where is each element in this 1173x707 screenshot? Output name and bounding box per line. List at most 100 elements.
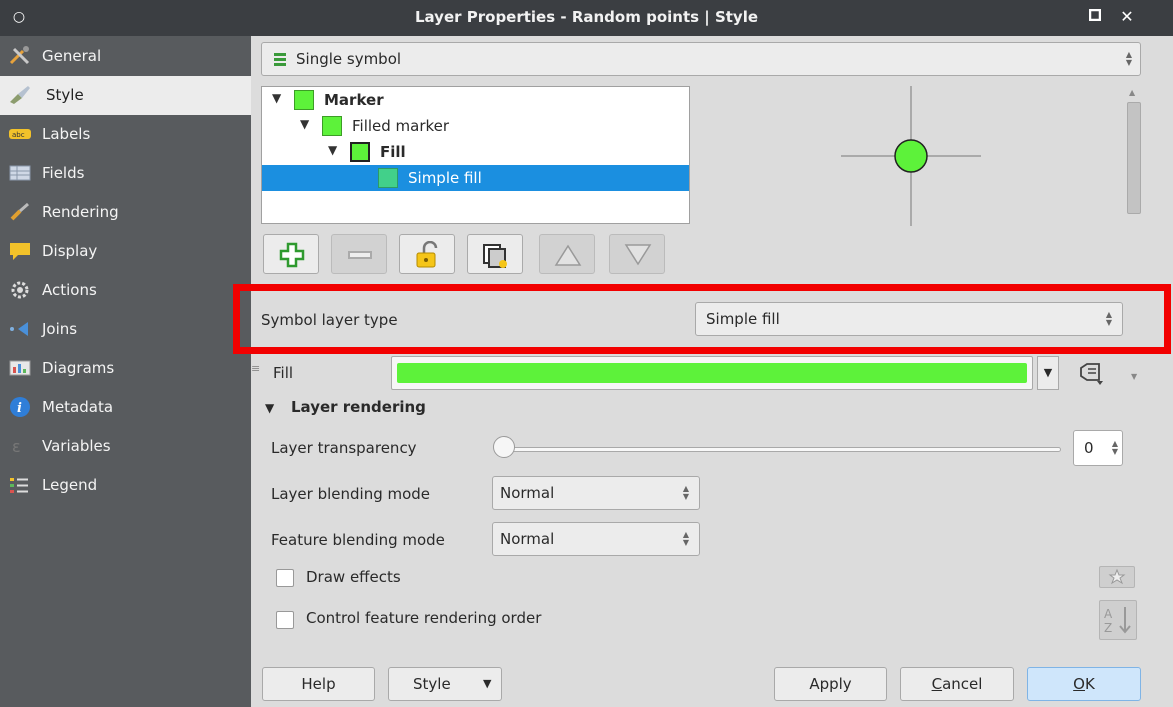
svg-text:abc: abc <box>12 131 25 139</box>
data-defined-override-icon[interactable] <box>1077 360 1105 388</box>
tree-row-filled-marker[interactable]: ▼ Filled marker <box>262 113 689 139</box>
single-symbol-icon <box>274 53 286 66</box>
sidebar-item-joins[interactable]: Joins <box>0 310 251 349</box>
close-icon[interactable]: ✕ <box>1116 6 1138 28</box>
symbol-preview <box>841 86 981 226</box>
remove-symbol-layer-button[interactable] <box>331 234 387 274</box>
star-effects-icon <box>1108 568 1126 585</box>
combo-arrows-icon: ▲ ▼ <box>682 530 690 547</box>
combo-arrows-icon: ▲ ▼ <box>682 484 690 501</box>
duplicate-layer-button[interactable] <box>467 234 523 274</box>
cancel-button[interactable]: Cancel <box>900 667 1014 701</box>
sidebar-item-diagrams[interactable]: Diagrams <box>0 349 251 388</box>
sidebar-item-label: Legend <box>42 476 98 494</box>
control-order-checkbox[interactable] <box>276 611 294 629</box>
apply-button[interactable]: Apply <box>774 667 887 701</box>
sidebar-item-labels[interactable]: abc Labels <box>0 115 251 154</box>
brush-icon <box>10 202 29 221</box>
style-menu-button[interactable]: Style ▼ <box>388 667 502 701</box>
scroll-down-icon[interactable]: ▼ <box>1131 372 1137 381</box>
layer-blending-select[interactable]: Normal ▲ ▼ <box>492 476 700 510</box>
sidebar-item-label: Labels <box>42 125 91 143</box>
maximize-icon[interactable] <box>1084 6 1106 28</box>
sidebar-item-display[interactable]: Display <box>0 232 251 271</box>
symbol-layer-type-value: Simple fill <box>706 310 780 328</box>
fill-color-dropdown[interactable]: ▼ <box>1037 356 1059 390</box>
sidebar-item-legend[interactable]: Legend <box>0 466 251 505</box>
sidebar-item-rendering[interactable]: Rendering <box>0 193 251 232</box>
style-label: Style <box>413 675 451 693</box>
sidebar-item-metadata[interactable]: i Metadata <box>0 388 251 427</box>
legend-icon <box>10 478 28 493</box>
customize-effects-button[interactable] <box>1099 566 1135 588</box>
spin-arrows-icon[interactable]: ▲ ▼ <box>1110 440 1120 456</box>
feature-blending-select[interactable]: Normal ▲ ▼ <box>492 522 700 556</box>
tree-label: Filled marker <box>352 117 450 135</box>
style-panel: Single symbol ▲ ▼ ▼ Marker ▼ Filled marke… <box>233 36 1173 707</box>
table-icon <box>9 165 31 181</box>
move-down-button[interactable] <box>609 234 665 274</box>
simple-fill-swatch-icon <box>378 168 398 188</box>
help-button[interactable]: Help <box>262 667 375 701</box>
tree-row-fill[interactable]: ▼ Fill <box>262 139 689 165</box>
feature-blending-label: Feature blending mode <box>271 531 445 549</box>
symbol-layer-type-select[interactable]: Simple fill ▲ ▼ <box>695 302 1123 336</box>
lock-layer-button[interactable] <box>399 234 455 274</box>
collapse-triangle-icon[interactable]: ▼ <box>265 401 274 415</box>
move-up-button[interactable] <box>539 234 595 274</box>
combo-arrows-icon: ▲ ▼ <box>1125 50 1133 67</box>
symbol-layer-tree[interactable]: ▼ Marker ▼ Filled marker ▼ Fill Simple f… <box>261 86 690 224</box>
sort-az-icon: AZ <box>1104 607 1131 635</box>
transparency-spinbox[interactable]: 0 ▲ ▼ <box>1073 430 1123 466</box>
sidebar-item-label: Variables <box>42 437 111 455</box>
fill-label: Fill <box>273 364 294 382</box>
expand-triangle-icon[interactable]: ▼ <box>328 143 337 157</box>
sidebar-item-label: Fields <box>42 164 85 182</box>
sidebar-item-label: General <box>42 47 102 65</box>
info-icon: i <box>10 397 30 417</box>
ok-button[interactable]: OK <box>1027 667 1141 701</box>
sidebar-item-general[interactable]: General <box>0 37 251 76</box>
renderer-select[interactable]: Single symbol ▲ ▼ <box>261 42 1141 76</box>
paintbrush-icon <box>10 86 30 104</box>
sidebar-item-style[interactable]: Style <box>0 76 251 115</box>
transparency-slider-track[interactable] <box>501 447 1061 452</box>
drag-handle-icon: ≡ <box>251 362 261 375</box>
tree-label: Fill <box>380 143 406 161</box>
layer-transparency-label: Layer transparency <box>271 439 417 457</box>
title-bar: ○ Layer Properties - Random points | Sty… <box>0 0 1173 36</box>
sidebar-item-fields[interactable]: Fields <box>0 154 251 193</box>
layer-blending-label: Layer blending mode <box>271 485 431 503</box>
panel-scrollbar[interactable]: ▲ <box>1124 86 1144 386</box>
layer-rendering-title[interactable]: Layer rendering <box>291 398 426 416</box>
fill-color-swatch <box>397 363 1027 383</box>
speech-bubble-icon <box>10 243 30 260</box>
expand-triangle-icon[interactable]: ▼ <box>300 117 309 131</box>
transparency-slider-handle[interactable] <box>493 436 515 458</box>
sidebar-item-variables[interactable]: ε Variables <box>0 427 251 466</box>
chevron-down-icon: ▼ <box>483 677 492 690</box>
draw-effects-label[interactable]: Draw effects <box>306 568 401 586</box>
expand-triangle-icon[interactable]: ▼ <box>272 91 281 105</box>
draw-effects-checkbox[interactable] <box>276 569 294 587</box>
sidebar-item-label: Actions <box>42 281 97 299</box>
define-order-button[interactable]: AZ <box>1099 600 1137 640</box>
add-symbol-layer-button[interactable] <box>263 234 319 274</box>
arrow-up-icon <box>554 244 582 266</box>
sidebar-item-label: Rendering <box>42 203 119 221</box>
sidebar-item-label: Joins <box>42 320 78 338</box>
scroll-up-icon[interactable]: ▲ <box>1129 88 1135 97</box>
sidebar-item-label: Metadata <box>42 398 114 416</box>
tree-row-marker[interactable]: ▼ Marker <box>262 87 689 113</box>
tree-row-simple-fill[interactable]: Simple fill <box>262 165 689 191</box>
plus-icon <box>279 242 305 268</box>
layer-blending-value: Normal <box>500 484 555 502</box>
sidebar-item-actions[interactable]: Actions <box>0 271 251 310</box>
cancel-label: ancel <box>942 675 983 693</box>
fill-swatch-icon <box>350 142 370 162</box>
scrollbar-thumb[interactable] <box>1127 102 1141 214</box>
control-order-label[interactable]: Control feature rendering order <box>306 609 541 627</box>
transparency-value: 0 <box>1084 439 1094 457</box>
fill-color-button[interactable] <box>391 356 1033 390</box>
ok-label: K <box>1084 675 1095 693</box>
